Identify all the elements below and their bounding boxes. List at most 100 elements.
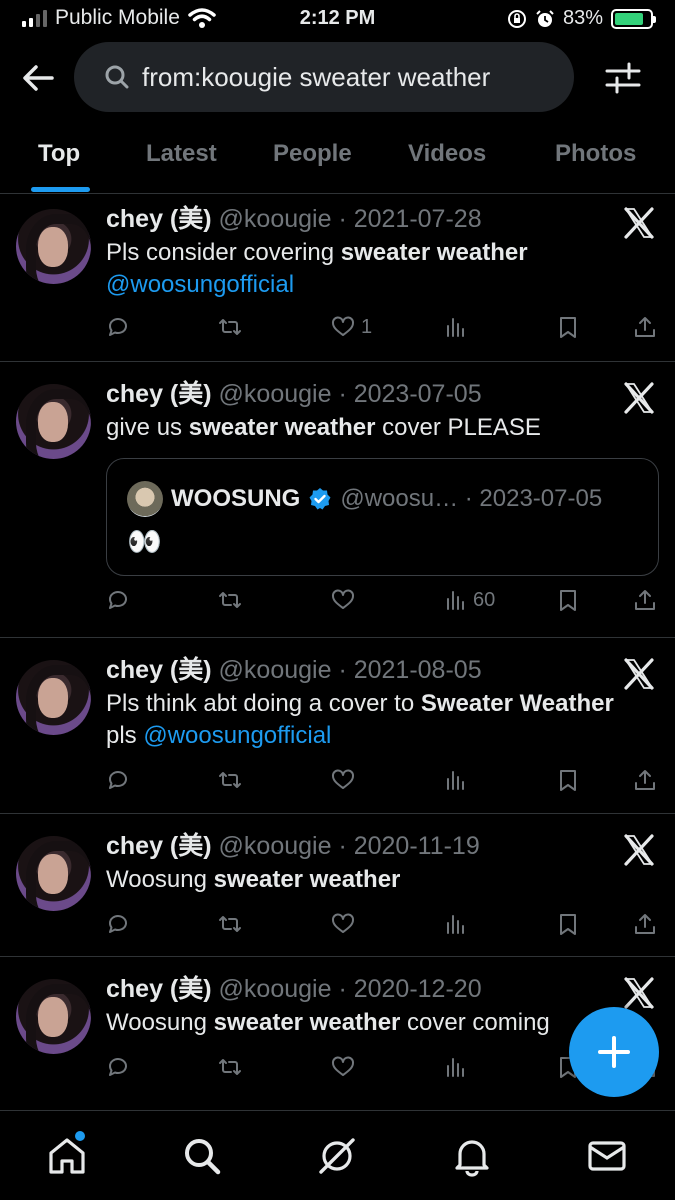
like-button[interactable]: 1 [331, 315, 372, 339]
quoted-tweet-text: 👀 [127, 526, 162, 557]
grok-icon[interactable] [316, 1135, 358, 1177]
retweet-icon [218, 912, 242, 936]
like-icon [331, 588, 355, 612]
tweet-card[interactable]: chey (美) @koougie · 2021-07-28 Pls consi… [0, 195, 675, 362]
author-name[interactable]: chey (美) [106, 975, 212, 1003]
compose-post-button[interactable] [569, 1007, 659, 1097]
orientation-lock-icon [507, 9, 526, 28]
explore-search-icon[interactable] [181, 1135, 223, 1177]
quoted-tweet-header: WOOSUNG @woosu… · 2023-07-05 [127, 481, 602, 517]
quoted-tweet[interactable]: WOOSUNG @woosu… · 2023-07-05 👀 [106, 458, 659, 576]
bookmark-button[interactable] [556, 912, 580, 936]
views-button[interactable] [443, 912, 467, 936]
notifications-bell-icon[interactable] [451, 1135, 493, 1177]
author-name[interactable]: chey (美) [106, 205, 212, 233]
tweet-text-part: Woosung [106, 1009, 214, 1036]
plus-icon [598, 1036, 630, 1068]
like-button[interactable] [331, 588, 355, 612]
x-logo-icon [623, 382, 655, 414]
tweet-card[interactable]: chey (美) @koougie · 2020-11-19 Woosung s… [0, 814, 675, 957]
avatar[interactable] [16, 660, 91, 735]
bookmark-button[interactable] [556, 315, 580, 339]
like-icon [331, 1055, 355, 1079]
reply-icon [106, 768, 130, 792]
views-button[interactable] [443, 1055, 467, 1079]
tweet-body: chey (美) @koougie · 2021-08-05 Pls think… [106, 654, 659, 752]
quoted-avatar [127, 481, 163, 517]
bookmark-icon [556, 315, 580, 339]
share-icon [633, 912, 657, 936]
tweet-card[interactable]: chey (美) @koougie · 2023-07-05 give us s… [0, 362, 675, 638]
tweet-text-highlight: sweater weather [213, 866, 401, 893]
x-logo-icon [623, 658, 655, 690]
search-query-text: from:koougie sweater weather [142, 61, 491, 92]
like-button[interactable] [331, 1055, 355, 1079]
share-button[interactable] [633, 768, 657, 792]
tweet-header: chey (美) @koougie · 2021-07-28 [106, 203, 659, 235]
avatar[interactable] [16, 979, 91, 1054]
mention-link[interactable]: @woosungofficial [143, 722, 331, 749]
x-logo-icon [623, 977, 655, 1009]
tweet-text-part: Woosung [106, 866, 214, 893]
messages-envelope-icon[interactable] [586, 1135, 628, 1177]
views-button[interactable]: 60 [443, 588, 495, 612]
retweet-icon [218, 1055, 242, 1079]
views-button[interactable] [443, 768, 467, 792]
retweet-button[interactable] [218, 588, 242, 612]
like-button[interactable] [331, 912, 355, 936]
tweet-text-part: cover PLEASE [375, 414, 541, 441]
share-button[interactable] [633, 912, 657, 936]
author-meta: @koougie · 2021-08-05 [218, 656, 482, 684]
tab-photos[interactable]: Photos [555, 140, 636, 168]
tab-latest[interactable]: Latest [146, 140, 217, 168]
author-name[interactable]: chey (美) [106, 380, 212, 408]
search-input[interactable]: from:koougie sweater weather [74, 42, 574, 112]
battery-charging-icon [611, 8, 656, 29]
tab-top[interactable]: Top [38, 140, 80, 168]
tweet-text-part: give us [106, 414, 189, 441]
like-count: 1 [361, 315, 373, 338]
avatar[interactable] [16, 836, 91, 911]
mention-link[interactable]: @woosungofficial [106, 271, 294, 298]
like-button[interactable] [331, 768, 355, 792]
share-button[interactable] [633, 588, 657, 612]
bookmark-button[interactable] [556, 588, 580, 612]
reply-button[interactable] [106, 588, 130, 612]
avatar[interactable] [16, 384, 91, 459]
retweet-button[interactable] [218, 912, 242, 936]
avatar[interactable] [16, 209, 91, 284]
reply-button[interactable] [106, 768, 130, 792]
bookmark-button[interactable] [556, 768, 580, 792]
reply-icon [106, 1055, 130, 1079]
retweet-button[interactable] [218, 768, 242, 792]
home-icon[interactable] [46, 1135, 88, 1177]
active-tab-indicator [31, 187, 90, 192]
author-meta: @koougie · 2020-11-19 [218, 832, 480, 860]
author-meta: @koougie · 2021-07-28 [218, 205, 482, 233]
tweet-actions: 1 [106, 315, 661, 345]
share-button[interactable] [633, 315, 657, 339]
tab-videos[interactable]: Videos [408, 140, 486, 168]
views-icon [443, 768, 467, 792]
author-name[interactable]: chey (美) [106, 832, 212, 860]
tweet-body: chey (美) @koougie · 2023-07-05 give us s… [106, 378, 659, 444]
reply-button[interactable] [106, 315, 130, 339]
retweet-button[interactable] [218, 315, 242, 339]
reply-icon [106, 912, 130, 936]
retweet-button[interactable] [218, 1055, 242, 1079]
tweet-text: Pls consider covering sweater weather @w… [106, 237, 659, 301]
x-logo-icon [623, 207, 655, 239]
author-name[interactable]: chey (美) [106, 656, 212, 684]
filter-sliders-icon[interactable] [603, 58, 643, 98]
reply-button[interactable] [106, 912, 130, 936]
tweet-card[interactable]: chey (美) @koougie · 2021-08-05 Pls think… [0, 638, 675, 814]
tweet-text-highlight: sweater weather [340, 239, 528, 266]
tab-people[interactable]: People [273, 140, 352, 168]
share-icon [633, 588, 657, 612]
views-button[interactable] [443, 315, 467, 339]
reply-button[interactable] [106, 1055, 130, 1079]
back-arrow-icon[interactable] [18, 58, 58, 98]
like-icon [331, 912, 355, 936]
views-icon [443, 1055, 467, 1079]
bottom-navigation [0, 1110, 675, 1200]
